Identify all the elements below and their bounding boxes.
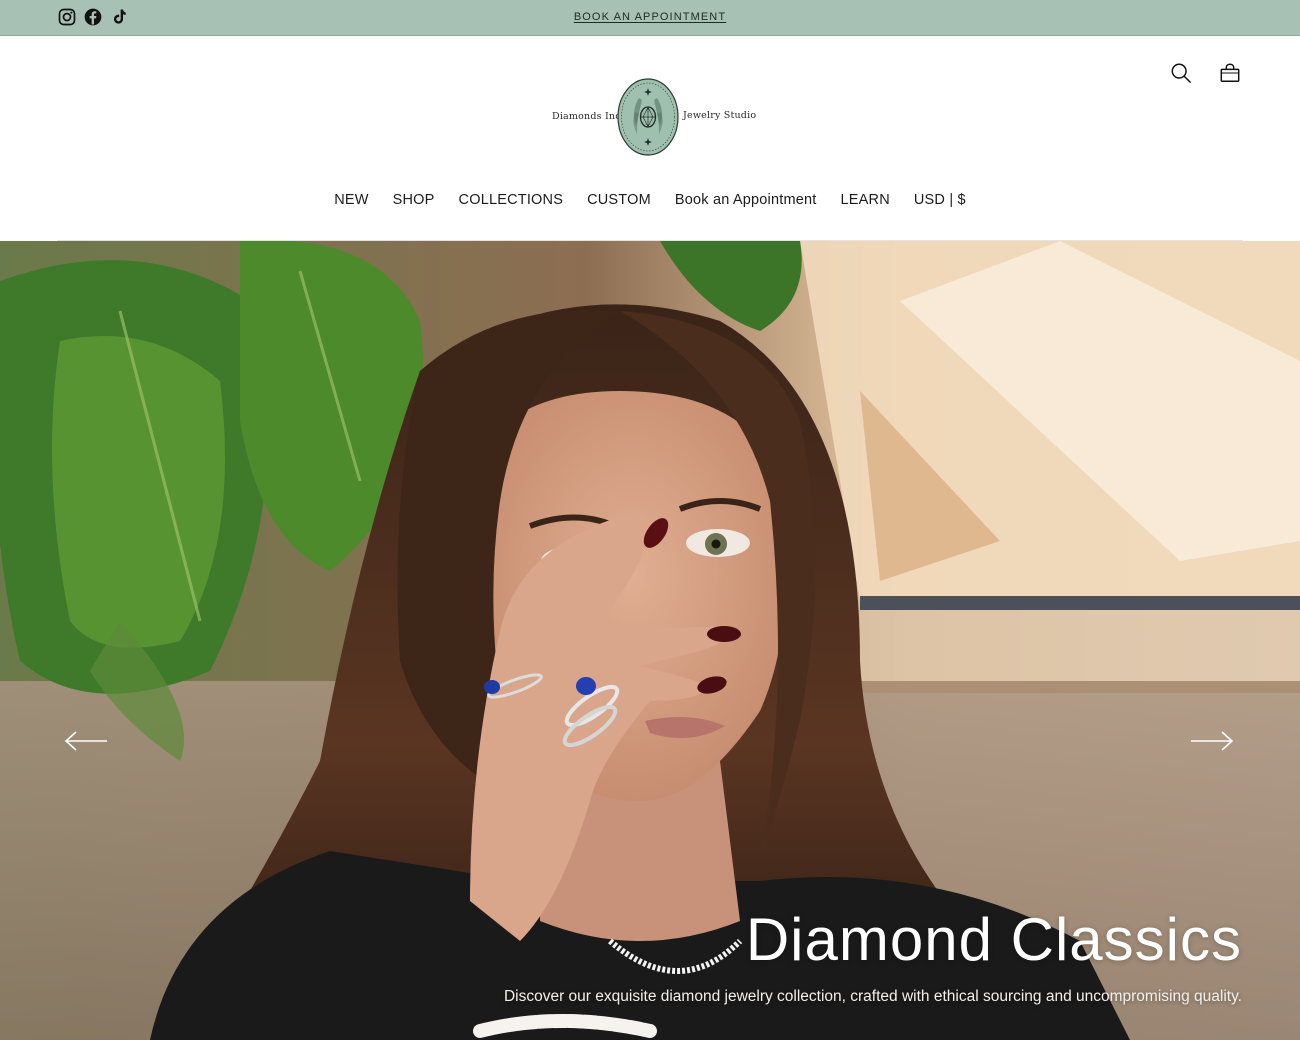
nav-item-collections[interactable]: COLLECTIONS [447,192,576,208]
nav-item-book-appointment[interactable]: Book an Appointment [663,192,829,208]
site-header: Diamonds Inc Jewelry Studio NEW SHOP COL… [0,36,1300,241]
search-icon[interactable] [1170,62,1192,84]
main-navigation: NEW SHOP COLLECTIONS CUSTOM Book an Appo… [0,192,1300,208]
announcement-bar: BOOK AN APPOINTMENT [0,0,1300,36]
slide-next-arrow-icon[interactable] [1190,729,1234,753]
nav-item-shop[interactable]: SHOP [381,192,447,208]
nav-item-learn[interactable]: LEARN [829,192,902,208]
nav-item-custom[interactable]: CUSTOM [575,192,663,208]
hero-title: Diamond Classics [745,906,1242,973]
slide-prev-arrow-icon[interactable] [64,729,108,753]
currency-selector[interactable]: USD | $ [902,192,978,208]
logo-left-text: Diamonds Inc [552,111,621,122]
logo-right-text: Jewelry Studio [683,110,757,121]
logo-emblem-icon [617,78,679,156]
brand-logo[interactable]: Diamonds Inc Jewelry Studio [540,76,760,158]
book-appointment-link[interactable]: BOOK AN APPOINTMENT [0,11,1300,23]
hero-subtitle: Discover our exquisite diamond jewelry c… [503,988,1242,1005]
header-actions [1170,62,1241,84]
cart-icon[interactable] [1219,62,1241,84]
nav-item-new[interactable]: NEW [322,192,380,208]
hero-slideshow: Diamond Classics Discover our exquisite … [0,241,1300,1040]
